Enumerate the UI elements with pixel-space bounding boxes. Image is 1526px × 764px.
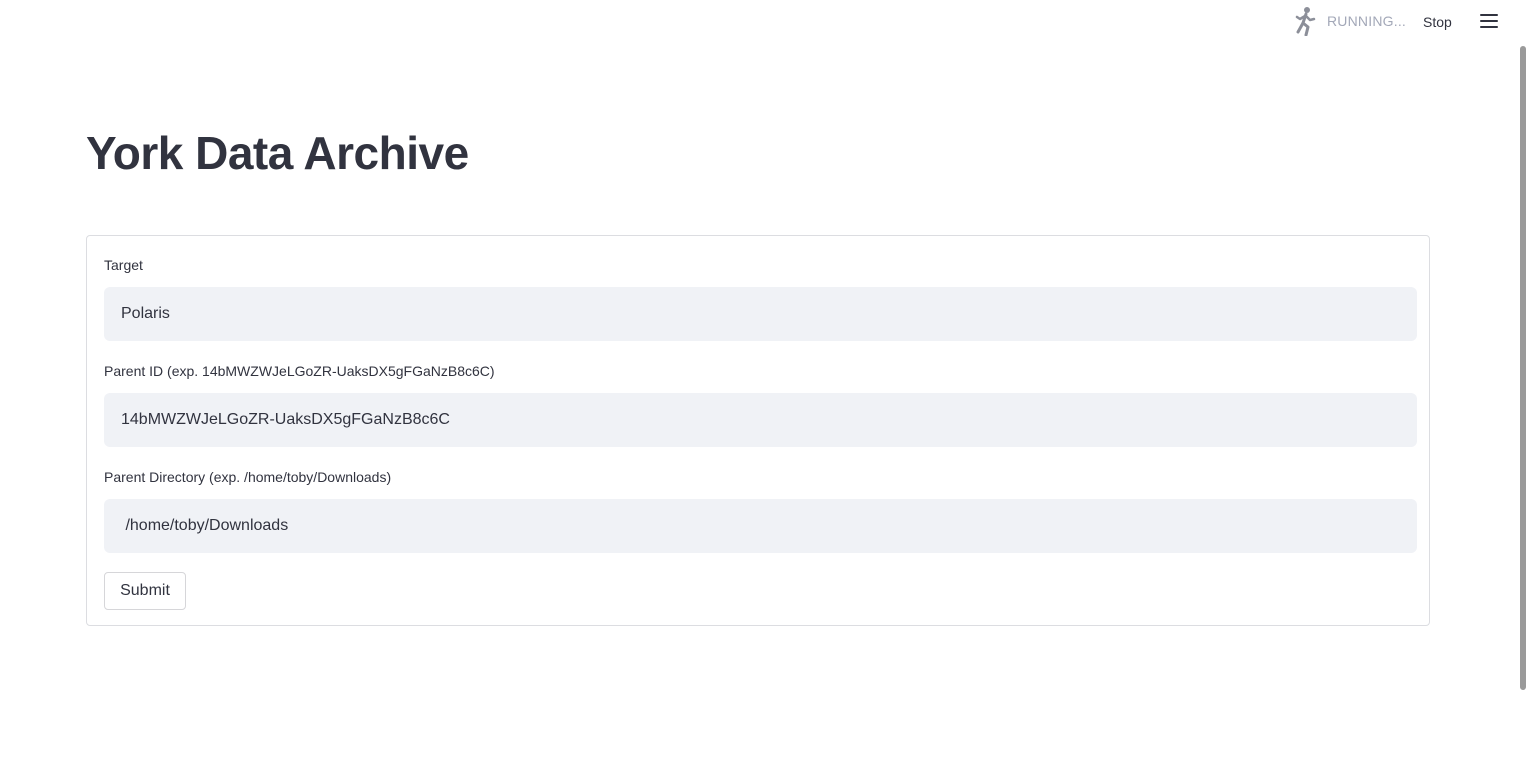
top-toolbar: RUNNING... Stop [0, 0, 1526, 44]
page-title: York Data Archive [86, 127, 469, 179]
scrollbar[interactable] [1520, 46, 1526, 690]
target-label: Target [104, 257, 143, 273]
parent-directory-input[interactable] [104, 499, 1417, 553]
archive-form: Target Parent ID (exp. 14bMWZWJeLGoZR-Ua… [86, 235, 1430, 626]
running-status-text: RUNNING... [1327, 13, 1406, 29]
running-man-icon [1292, 6, 1318, 37]
parent-id-input[interactable] [104, 393, 1417, 447]
hamburger-menu-icon[interactable] [1480, 12, 1498, 30]
running-status: RUNNING... [1292, 6, 1406, 37]
target-input[interactable] [104, 287, 1417, 341]
stop-button[interactable]: Stop [1419, 12, 1456, 32]
submit-button[interactable]: Submit [104, 572, 186, 610]
parent-directory-label: Parent Directory (exp. /home/toby/Downlo… [104, 469, 392, 485]
parent-id-label: Parent ID (exp. 14bMWZWJeLGoZR-UaksDX5gF… [104, 363, 495, 379]
